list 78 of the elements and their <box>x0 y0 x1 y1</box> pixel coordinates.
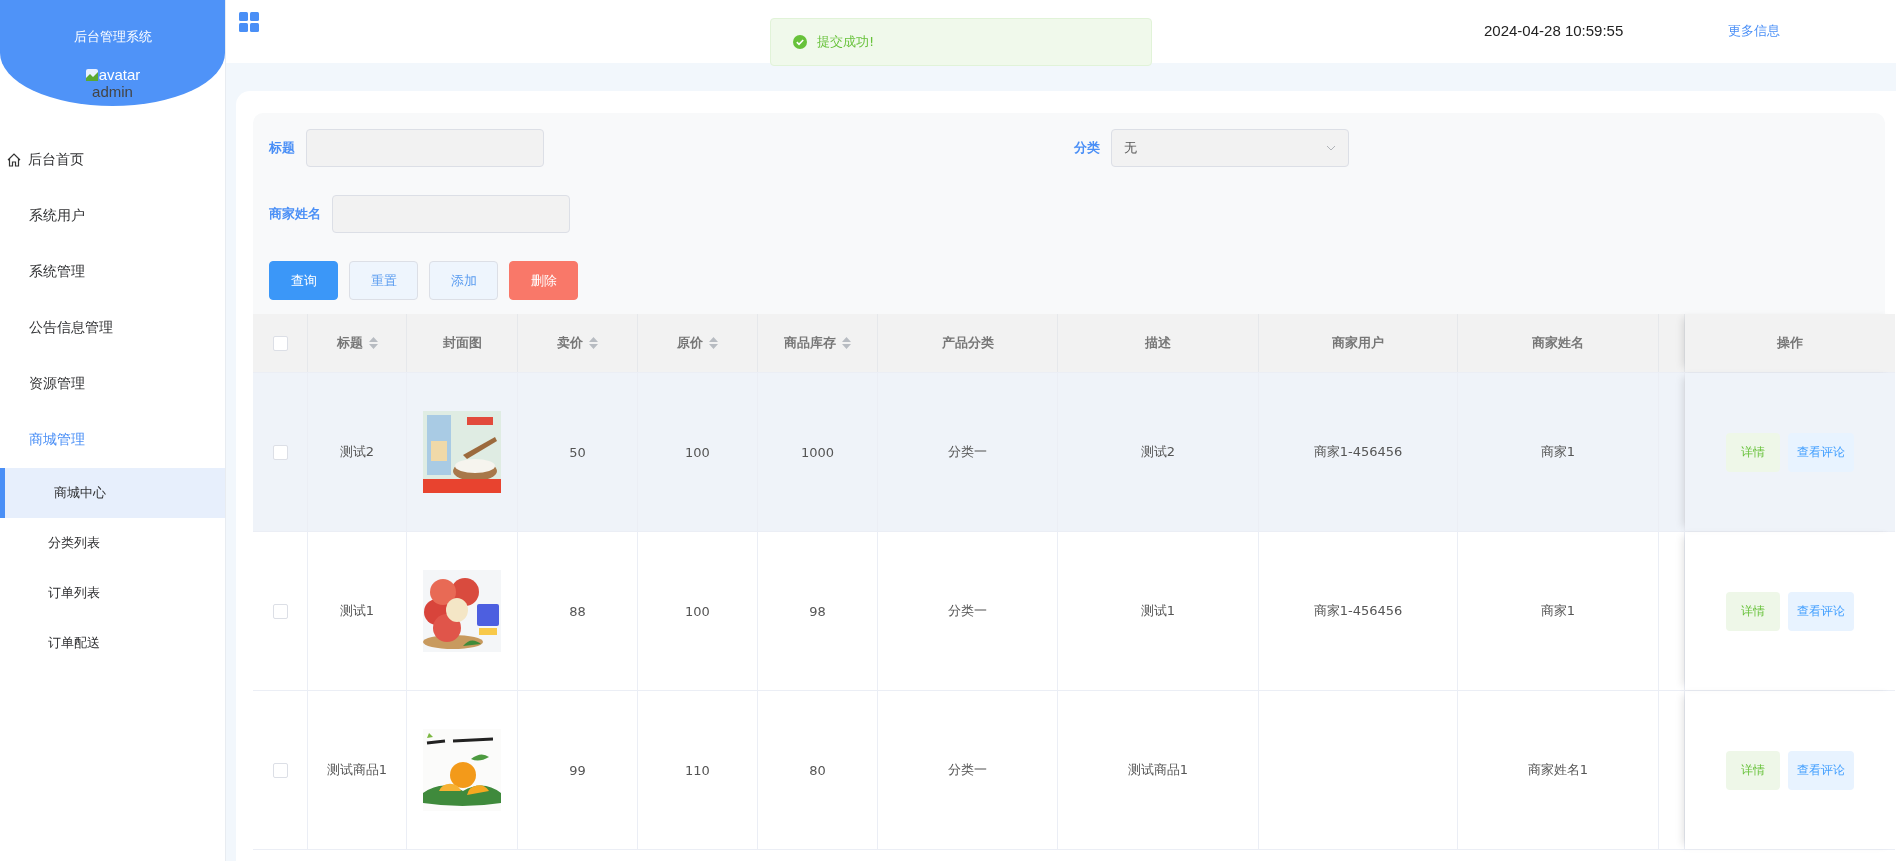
row-action-button[interactable]: 查看评论 <box>1788 591 1854 631</box>
column-header: 商品库存 <box>784 334 836 352</box>
chevron-down-icon <box>1326 145 1336 151</box>
submenu-item[interactable]: 订单配送 <box>0 618 225 668</box>
filter-button[interactable]: 查询 <box>269 261 338 300</box>
table-cell: 分类一 <box>948 443 987 461</box>
column-header: 原价 <box>677 334 703 352</box>
row-checkbox[interactable] <box>272 444 288 460</box>
input-field[interactable] <box>332 195 570 233</box>
column-header: 封面图 <box>442 334 482 352</box>
check-circle-icon <box>793 35 807 49</box>
category-select[interactable]: 无 <box>1111 129 1349 167</box>
table-cell: 98 <box>809 603 826 619</box>
table-cell: 商家1-456456 <box>1313 443 1403 461</box>
table-cell: 测试商品1 <box>1127 761 1189 779</box>
table-cell: 测试商品1 <box>326 761 388 779</box>
avatar-alt-text: avatar <box>98 66 141 83</box>
table-cell: 商家1-456456 <box>1313 602 1403 620</box>
filter-button[interactable]: 添加 <box>429 261 498 300</box>
table-cell: 测试1 <box>1140 602 1176 620</box>
menu-item[interactable]: 后台首页 <box>0 132 225 188</box>
column-header: 商家用户 <box>1332 334 1384 352</box>
row-action-button[interactable]: 详情 <box>1726 591 1780 631</box>
table-cell: 测试1 <box>339 602 375 620</box>
submenu-item[interactable]: 商城中心 <box>0 468 225 518</box>
table-cell: 50 <box>569 444 586 460</box>
table-cell: 100 <box>685 444 710 460</box>
row-checkbox[interactable] <box>272 762 288 778</box>
sort-icon[interactable] <box>709 337 718 349</box>
menu-item[interactable]: 商城管理 <box>0 412 225 468</box>
table-cell: 测试2 <box>339 443 375 461</box>
table-cell: 1000 <box>800 444 835 460</box>
column-header: 标题 <box>336 334 363 352</box>
more-info-link[interactable]: 更多信息 <box>1728 22 1781 40</box>
table-cell: 99 <box>569 762 586 778</box>
field-label: 标题 <box>269 139 295 157</box>
table-cell: 88 <box>569 603 586 619</box>
menu-item[interactable]: 公告信息管理 <box>0 300 225 356</box>
broken-image-icon <box>84 67 99 82</box>
grid-menu-icon[interactable] <box>239 12 259 32</box>
table-cell: 商家1 <box>1540 602 1576 620</box>
select-all-checkbox[interactable] <box>272 335 288 351</box>
row-action-button[interactable]: 详情 <box>1726 750 1780 790</box>
table-cell: 分类一 <box>948 761 987 779</box>
column-header: 描述 <box>1145 334 1171 352</box>
row-checkbox[interactable] <box>272 603 288 619</box>
field-label: 分类 <box>1074 139 1100 157</box>
toast-message: 提交成功! <box>817 33 875 51</box>
filter-button[interactable]: 重置 <box>349 261 418 300</box>
table-cell: 商家姓名1 <box>1527 761 1589 779</box>
menu-item[interactable]: 系统用户 <box>0 188 225 244</box>
column-header: 操作 <box>1777 334 1803 352</box>
username: admin <box>92 83 133 100</box>
menu-item[interactable]: 系统管理 <box>0 244 225 300</box>
column-header: 产品分类 <box>941 334 994 352</box>
sort-icon[interactable] <box>589 337 598 349</box>
row-action-button[interactable]: 查看评论 <box>1788 750 1854 790</box>
app-title: 后台管理系统 <box>73 28 152 46</box>
filter-button[interactable]: 删除 <box>509 261 578 300</box>
table-cell: 商家1 <box>1540 443 1576 461</box>
submenu-item[interactable]: 分类列表 <box>0 518 225 568</box>
sort-icon[interactable] <box>842 337 851 349</box>
table-cell: 100 <box>685 603 710 619</box>
table-cell: 分类一 <box>948 602 987 620</box>
submenu-item[interactable]: 订单列表 <box>0 568 225 618</box>
menu-item[interactable]: 资源管理 <box>0 356 225 412</box>
table-cell: 110 <box>685 762 710 778</box>
table-cell: 80 <box>809 762 826 778</box>
sort-icon[interactable] <box>368 337 378 349</box>
datetime: 2024-04-28 10:59:55 <box>1484 22 1624 39</box>
row-action-button[interactable]: 查看评论 <box>1788 432 1854 472</box>
column-header: 商家姓名 <box>1532 334 1584 352</box>
column-header: 卖价 <box>557 334 583 352</box>
input-field[interactable] <box>306 129 544 167</box>
table-cell: 测试2 <box>1140 443 1176 461</box>
row-action-button[interactable]: 详情 <box>1726 432 1780 472</box>
home-icon <box>6 152 22 168</box>
field-label: 商家姓名 <box>269 205 321 223</box>
